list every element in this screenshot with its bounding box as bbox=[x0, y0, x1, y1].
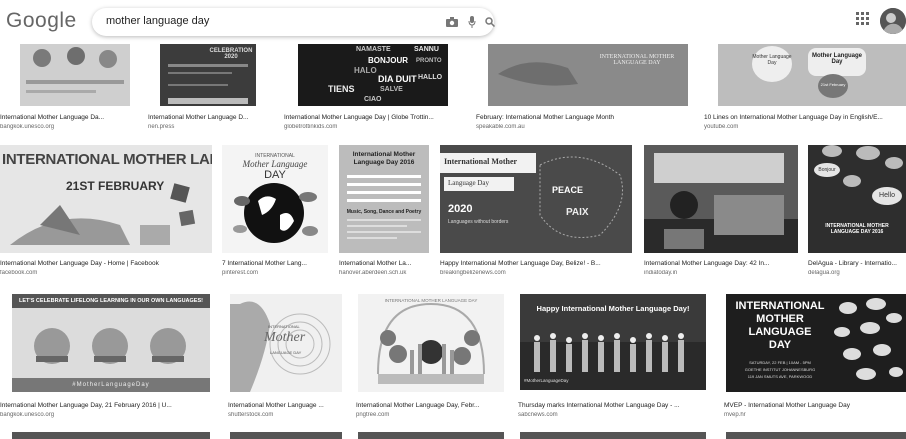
thumb-text: Mother Language Day bbox=[808, 48, 866, 76]
image-result[interactable]: Bonjour Hello INTERNATIONAL MOTHER LANGU… bbox=[808, 145, 906, 276]
thumb-text: 21st February bbox=[818, 74, 848, 98]
result-thumbnail[interactable] bbox=[644, 145, 798, 253]
thumb-word: TIENS bbox=[328, 84, 355, 94]
result-source: pinterest.com bbox=[222, 270, 259, 276]
result-thumbnail[interactable]: Happy International Mother Language Day!… bbox=[520, 294, 706, 390]
result-thumbnail[interactable]: INTERNATIONAL MOTHER LANGUAGE DAY 21ST F… bbox=[0, 145, 212, 253]
result-source: delagua.org bbox=[808, 270, 840, 276]
image-result[interactable]: Mother Language Day Mother Language Day … bbox=[704, 44, 906, 130]
result-thumbnail[interactable]: INTERNATIONAL MOTHER LANGUAGE DAY bbox=[358, 294, 504, 392]
result-source: speakable.com.au bbox=[476, 124, 525, 130]
image-result[interactable]: INTERNATIONAL MOTHER LANGUAGE DAY SATURD… bbox=[724, 290, 906, 418]
partial-result-thumbnail[interactable] bbox=[230, 432, 342, 439]
thumb-word: CIAO bbox=[364, 96, 382, 103]
result-thumbnail[interactable]: INTERNATIONAL Mother Language DAY bbox=[222, 145, 328, 253]
mic-icon[interactable] bbox=[464, 14, 480, 30]
result-title[interactable]: Happy International Mother Language Day,… bbox=[440, 260, 634, 267]
search-box[interactable]: mother language day bbox=[92, 8, 495, 36]
result-title[interactable]: MVEP - International Mother Language Day bbox=[724, 402, 906, 409]
result-thumbnail[interactable]: INTERNATIONAL MOTHER LANGUAGE DAY bbox=[488, 44, 688, 106]
result-title[interactable]: International Mother Language ... bbox=[228, 402, 346, 409]
result-title[interactable]: International Mother Language Day, Febr.… bbox=[356, 402, 506, 409]
result-source: shutterstock.com bbox=[228, 412, 274, 418]
result-thumbnail[interactable]: CELEBRATION 2020 bbox=[160, 44, 256, 106]
thumb-word: BONJOUR bbox=[368, 56, 409, 65]
image-result[interactable]: INTERNATIONAL MOTHER LANGUAGE DAY Intern… bbox=[356, 290, 506, 418]
partial-result-thumbnail[interactable] bbox=[12, 432, 210, 439]
result-source: bangkok.unesco.org bbox=[0, 412, 55, 418]
google-logo[interactable]: Google bbox=[6, 9, 77, 33]
result-source: hanover.aberdeen.sch.uk bbox=[339, 270, 407, 276]
image-result[interactable]: Happy International Mother Language Day!… bbox=[518, 290, 710, 418]
apps-icon[interactable] bbox=[856, 12, 870, 26]
result-source: youtube.com bbox=[704, 124, 739, 130]
result-source: mvep.hr bbox=[724, 412, 746, 418]
thumb-word: NAMASTE bbox=[356, 46, 391, 53]
result-title[interactable]: 10 Lines on International Mother Languag… bbox=[704, 114, 906, 121]
result-source: sabcnews.com bbox=[518, 412, 558, 418]
result-title[interactable]: International Mother La... bbox=[339, 260, 431, 267]
result-thumbnail[interactable]: Mother Language Day Mother Language Day … bbox=[718, 44, 906, 106]
thumb-text: Music, Song, Dance and Poetry bbox=[346, 209, 422, 215]
result-thumbnail[interactable]: International Mother Language Day 2016 M… bbox=[339, 145, 429, 253]
result-title[interactable]: International Mother Language Da... bbox=[0, 114, 130, 121]
result-thumbnail[interactable]: NAMASTE SANNU BONJOUR PRONTO HALO DIA DU… bbox=[298, 44, 448, 106]
thumb-text: #MotherLanguageDay bbox=[524, 378, 569, 383]
top-bar: Google mother language day bbox=[0, 0, 906, 44]
result-title[interactable]: Thursday marks International Mother Lang… bbox=[518, 402, 710, 409]
result-title[interactable]: DelAgua - Library - Internatio... bbox=[808, 260, 906, 267]
result-thumbnail[interactable]: INTERNATIONAL Mother LANGUAGE DAY bbox=[230, 294, 342, 392]
partial-result-thumbnail[interactable] bbox=[358, 432, 504, 439]
result-title[interactable]: 7 International Mother Lang... bbox=[222, 260, 330, 267]
thumb-text: Mother bbox=[264, 330, 306, 345]
result-title[interactable]: International Mother Language Day: 42 In… bbox=[644, 260, 800, 267]
image-result[interactable]: INTERNATIONAL Mother Language DAY 7 Inte… bbox=[222, 145, 330, 276]
result-title[interactable]: International Mother Language Day - Home… bbox=[0, 260, 212, 267]
thumb-text: LANGUAGE DAY bbox=[270, 350, 302, 355]
result-title[interactable]: International Mother Language D... bbox=[148, 114, 273, 121]
result-thumbnail[interactable]: International Mother Language Day 2020 L… bbox=[440, 145, 632, 253]
thumb-word: PRONTO bbox=[416, 58, 442, 64]
image-result[interactable]: INTERNATIONAL MOTHER LANGUAGE DAY 21ST F… bbox=[0, 145, 212, 276]
thumb-word: DIA DUIT bbox=[378, 74, 417, 84]
partial-result-thumbnail[interactable] bbox=[726, 432, 906, 439]
result-source: facebook.com bbox=[0, 270, 38, 276]
result-thumbnail[interactable]: LET'S CELEBRATE LIFELONG LEARNING IN OUR… bbox=[12, 294, 210, 392]
thumb-word: HALLO bbox=[418, 74, 443, 81]
result-title[interactable]: International Mother Language Day, 21 Fe… bbox=[0, 402, 214, 409]
thumb-text: #MotherLanguageDay bbox=[12, 378, 210, 392]
image-result[interactable]: International Mother Language Day: 42 In… bbox=[644, 145, 800, 276]
result-source: breakingbelizenews.com bbox=[440, 270, 506, 276]
avatar[interactable] bbox=[880, 8, 906, 34]
thumb-text: INTERNATIONAL MOTHER LANGUAGE DAY bbox=[599, 54, 675, 66]
image-result[interactable]: International Mother Language Da... bang… bbox=[0, 44, 132, 130]
image-result[interactable]: International Mother Language Day 2020 L… bbox=[440, 145, 634, 276]
thumb-word: SALVE bbox=[380, 86, 403, 93]
result-source: globetrottinkids.com bbox=[284, 124, 338, 130]
thumb-word: HALO bbox=[354, 66, 377, 75]
partial-result-thumbnail[interactable] bbox=[520, 432, 706, 439]
result-thumbnail[interactable]: Bonjour Hello INTERNATIONAL MOTHER LANGU… bbox=[808, 145, 906, 253]
image-result[interactable]: LET'S CELEBRATE LIFELONG LEARNING IN OUR… bbox=[0, 290, 214, 418]
image-result[interactable]: INTERNATIONAL MOTHER LANGUAGE DAY Februa… bbox=[476, 44, 696, 130]
result-source: indiatoday.in bbox=[644, 270, 678, 276]
image-result[interactable]: International Mother Language Day 2016 M… bbox=[339, 145, 431, 276]
camera-icon[interactable] bbox=[444, 14, 460, 30]
result-thumbnail[interactable] bbox=[20, 44, 130, 106]
thumb-word: SANNU bbox=[414, 46, 439, 53]
result-thumbnail[interactable]: INTERNATIONAL MOTHER LANGUAGE DAY SATURD… bbox=[726, 294, 906, 392]
result-title[interactable]: February: International Mother Language … bbox=[476, 114, 696, 121]
search-icon[interactable] bbox=[482, 14, 498, 30]
thumb-text: INTERNATIONAL bbox=[268, 324, 300, 329]
search-input[interactable]: mother language day bbox=[106, 15, 209, 27]
result-source: pngtree.com bbox=[356, 412, 390, 418]
image-result[interactable]: CELEBRATION 2020 International Mother La… bbox=[148, 44, 273, 130]
result-source: nen.press bbox=[148, 124, 175, 130]
result-title[interactable]: International Mother Language Day | Glob… bbox=[284, 114, 464, 121]
image-result[interactable]: INTERNATIONAL Mother LANGUAGE DAY Intern… bbox=[228, 290, 346, 418]
image-result[interactable]: NAMASTE SANNU BONJOUR PRONTO HALO DIA DU… bbox=[284, 44, 464, 130]
result-source: bangkok.unesco.org bbox=[0, 124, 55, 130]
thumb-text: Mother Language Day bbox=[752, 46, 792, 82]
thumb-text: INTERNATIONAL MOTHER LANGUAGE DAY 2016 bbox=[825, 223, 889, 235]
